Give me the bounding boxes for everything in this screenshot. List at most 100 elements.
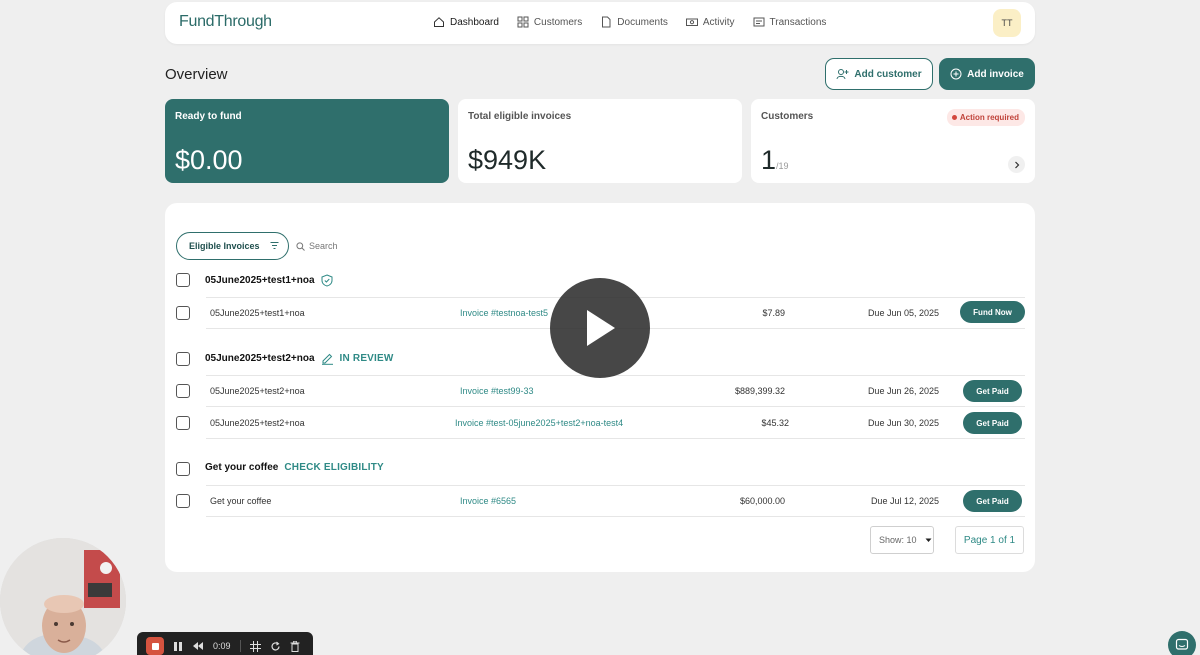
nav-activity-label: Activity [702,16,735,28]
get-paid-button[interactable]: Get Paid [963,412,1022,434]
recording-time: 0:09 [213,641,231,651]
chevron-right-icon [1014,161,1019,168]
chat-launcher-button[interactable] [1168,631,1196,655]
nav-dashboard[interactable]: Dashboard [433,16,499,28]
customers-chevron-button[interactable] [1008,156,1025,173]
presenter-video-icon [0,538,126,655]
row-customer: 05June2025+test1+noa [210,308,305,318]
row-due-date: Due Jun 30, 2025 [867,418,939,428]
page-size-select[interactable]: Show: 10 [870,526,934,554]
customers-count: 1 [761,145,777,175]
row-amount: $60,000.00 [739,496,785,506]
avatar[interactable]: TT [993,9,1021,37]
grid-overlay-icon[interactable] [249,640,261,652]
row-checkbox[interactable] [176,306,190,320]
invoices-panel: Eligible Invoices Search 05June2025+test… [165,203,1035,572]
nav-transactions-label: Transactions [769,16,827,28]
search-icon [296,241,305,251]
group-name: 05June2025+test1+noa [205,275,315,286]
nav-links: Dashboard Customers Documents Activity T… [433,16,826,28]
pagination-indicator: Page 1 of 1 [955,526,1024,554]
filter-icon [270,242,279,249]
row-invoice-link[interactable]: Invoice #6565 [460,496,516,506]
trash-icon[interactable] [290,640,300,652]
nav-documents-label: Documents [617,16,668,28]
row-amount: $889,399.32 [734,386,785,396]
divider [206,485,1025,486]
search-placeholder: Search [309,241,338,251]
filter-label: Eligible Invoices [189,241,260,251]
row-due-date: Due Jun 05, 2025 [867,308,939,318]
nav-activity[interactable]: Activity [685,16,735,28]
add-invoice-label: Add invoice [967,68,1024,80]
page-size-label: Show: 10 [879,535,917,545]
search-input[interactable]: Search [296,241,338,251]
row-invoice-link[interactable]: Invoice #testnoa-test5 [460,308,548,318]
receipt-icon [753,17,765,27]
eligible-invoices-card: Total eligible invoices $949K [458,99,742,183]
recording-toolbar: 0:09 [137,632,313,655]
video-play-button[interactable] [550,278,650,378]
play-icon [587,310,615,346]
row-customer: 05June2025+test2+noa [210,386,305,396]
nav-transactions[interactable]: Transactions [753,16,827,28]
divider [206,516,1025,517]
cash-icon [685,18,698,26]
row-invoice-link[interactable]: Invoice #test99-33 [460,386,534,396]
row-invoice-link[interactable]: Invoice #test-05june2025+test2+noa-test4 [455,418,623,428]
fund-now-button[interactable]: Fund Now [960,301,1025,323]
check-eligibility-link[interactable]: CHECK ELIGIBILITY [284,462,384,473]
row-checkbox[interactable] [176,494,190,508]
plus-circle-icon [950,68,962,80]
stop-recording-button[interactable] [146,637,164,655]
group-header: 05June2025+test2+noa IN REVIEW [205,352,394,365]
nav-customers[interactable]: Customers [517,16,582,28]
in-review-status: IN REVIEW [339,353,394,364]
get-paid-button[interactable]: Get Paid [963,380,1022,402]
group-checkbox[interactable] [176,352,190,366]
pause-icon[interactable] [173,641,183,652]
nav-documents[interactable]: Documents [600,16,668,28]
nav-customers-label: Customers [533,16,583,28]
nav-dashboard-label: Dashboard [450,16,499,28]
stop-icon [151,642,159,650]
group-name: Get your coffee [205,462,279,473]
divider [206,438,1025,439]
group-header: Get your coffee CHECK ELIGIBILITY [205,462,384,473]
chat-icon [1175,638,1189,650]
row-due-date: Due Jun 26, 2025 [867,386,939,396]
shield-check-icon [321,274,333,287]
top-nav: FundThrough Dashboard Customers Document… [165,2,1035,44]
row-amount: $45.32 [761,418,789,428]
ready-to-fund-label: Ready to fund [175,111,242,122]
document-icon [602,16,611,28]
row-amount: $7.89 [762,308,785,318]
add-customer-button[interactable]: Add customer [825,58,933,90]
eligible-invoices-filter[interactable]: Eligible Invoices [176,232,289,260]
webcam-bubble [0,538,126,655]
add-customer-label: Add customer [854,68,922,80]
divider [206,406,1025,407]
row-due-date: Due Jul 12, 2025 [870,496,939,506]
action-required-badge: Action required [946,109,1025,126]
grid-icon [517,16,529,28]
row-checkbox[interactable] [176,384,190,398]
eligible-invoices-value: $949K [468,145,547,175]
ready-to-fund-card: Ready to fund $0.00 [165,99,449,183]
logo[interactable]: FundThrough [179,13,272,31]
ready-to-fund-value: $0.00 [175,145,243,175]
add-invoice-button[interactable]: Add invoice [939,58,1035,90]
row-customer: Get your coffee [210,496,272,506]
group-checkbox[interactable] [176,273,190,287]
row-checkbox[interactable] [176,416,190,430]
get-paid-button[interactable]: Get Paid [963,490,1022,512]
group-checkbox[interactable] [176,462,190,476]
customers-card[interactable]: Customers Action required 1/19 [751,99,1035,183]
page-title: Overview [165,66,228,83]
alert-dot-icon [951,115,957,121]
restart-icon[interactable] [270,641,281,652]
rewind-icon[interactable] [192,641,204,651]
caret-down-icon [925,538,932,542]
row-customer: 05June2025+test2+noa [210,418,305,428]
home-icon [434,17,444,27]
